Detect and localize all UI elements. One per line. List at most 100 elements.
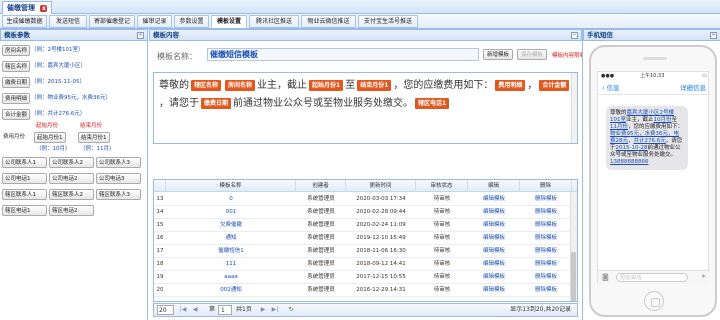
district-phone-1-button[interactable]: 辖区电话1 xyxy=(2,205,47,216)
edit-template-link[interactable]: 编辑模板 xyxy=(468,232,520,245)
table-row[interactable]: 15 欠费催缴 系统管理员 2020-02-24 11:09 待审核 编辑模板 … xyxy=(154,219,572,232)
company-contact-2-button[interactable]: 公司联系人2 xyxy=(49,157,94,168)
company-phone-3-button[interactable]: 公司电话3 xyxy=(96,173,141,184)
collapse-icon[interactable]: « xyxy=(137,32,144,39)
template-name-input[interactable]: 催缴短信模板 xyxy=(207,48,479,61)
tab-tencent-push[interactable]: 腾讯社区推送 xyxy=(249,15,299,28)
edit-template-link[interactable]: 编辑模板 xyxy=(468,245,520,258)
param-room-name-button[interactable]: 房间名称 xyxy=(2,45,31,56)
sms-input[interactable]: 短信/彩信 xyxy=(616,273,688,282)
col-creator[interactable]: 创建者 xyxy=(296,180,346,192)
district-contact-2-button[interactable]: 辖区联系人2 xyxy=(49,189,94,200)
scrollbar-thumb[interactable] xyxy=(571,252,576,301)
tab-template-settings[interactable]: 模板设置 xyxy=(211,15,247,28)
edit-template-link[interactable]: 编辑模板 xyxy=(468,206,520,219)
home-button[interactable] xyxy=(644,291,664,311)
delete-template-link[interactable]: 删除模板 xyxy=(520,271,572,284)
col-updated-time[interactable]: 更新时间 xyxy=(346,180,416,192)
chip-total-amount[interactable]: 合计金额 xyxy=(539,79,570,91)
close-icon[interactable]: x xyxy=(40,5,48,12)
grid-scrollbar[interactable] xyxy=(570,192,577,301)
table-row[interactable]: 19 aaaa 系统管理员 2017-12-15 10:55 待审核 编辑模板 … xyxy=(154,271,572,284)
template-name-cell[interactable]: 002通知 xyxy=(166,284,296,297)
send-icon[interactable]: ➤ xyxy=(701,273,706,280)
company-phone-1-button[interactable]: 公司电话1 xyxy=(2,173,47,184)
edit-template-link[interactable]: 编辑模板 xyxy=(468,193,520,206)
tab-review-records[interactable]: 催审记录 xyxy=(137,15,172,28)
col-delete[interactable]: 删除 xyxy=(520,180,572,192)
template-name-cell[interactable]: 111 xyxy=(166,258,296,271)
company-contact-3-button[interactable]: 公司联系人3 xyxy=(96,157,141,168)
delete-template-link[interactable]: 删除模板 xyxy=(520,245,572,258)
refresh-icon[interactable]: ↻ xyxy=(286,305,296,315)
col-edit[interactable]: 编辑 xyxy=(468,180,520,192)
edit-template-link[interactable]: 编辑模板 xyxy=(468,271,520,284)
tab-generate-data[interactable]: 生成催缴数据 xyxy=(2,15,47,28)
chip-district-name[interactable]: 辖区名称 xyxy=(191,79,222,91)
prev-page-icon[interactable]: ◀ xyxy=(190,305,200,315)
tab-mail-register[interactable]: 寄部催缴登记 xyxy=(89,15,135,28)
template-name-cell[interactable]: 催缴短信1 xyxy=(166,245,296,258)
signal-icon: ●●● xyxy=(601,73,615,79)
delete-template-link[interactable]: 删除模板 xyxy=(520,284,572,297)
delete-template-link[interactable]: 删除模板 xyxy=(520,206,572,219)
details-button[interactable]: 详细信息 xyxy=(680,81,706,95)
table-row[interactable]: 17 催缴短信1 系统管理员 2018-11-06 16:30 待审核 编辑模板… xyxy=(154,245,572,258)
start-month-button[interactable]: 起始月份1 xyxy=(34,132,66,143)
edit-template-link[interactable]: 编辑模板 xyxy=(468,284,520,297)
chip-due-date[interactable]: 缴费日期 xyxy=(201,97,232,109)
col-review-status[interactable]: 审核状态 xyxy=(416,180,468,192)
param-due-date-button[interactable]: 缴费日期 xyxy=(2,77,31,88)
edit-template-link[interactable]: 编辑模板 xyxy=(468,219,520,232)
new-template-button[interactable]: 新增模板 xyxy=(483,49,514,60)
template-name-cell[interactable]: aaaa xyxy=(166,271,296,284)
district-contact-1-button[interactable]: 辖区联系人1 xyxy=(2,189,47,200)
district-contact-3-button[interactable]: 辖区联系人3 xyxy=(96,189,141,200)
chip-fee-detail[interactable]: 费用明细 xyxy=(495,79,526,91)
chip-start-month[interactable]: 起始月份1 xyxy=(309,79,344,91)
table-row[interactable]: 16 通知 系统管理员 2019-12-10 15:49 待审核 编辑模板 删除… xyxy=(154,232,572,245)
back-label: 信息 xyxy=(606,84,620,92)
template-name-cell[interactable]: 001 xyxy=(166,206,296,219)
page-number-input[interactable]: 1 xyxy=(218,305,232,315)
template-editor[interactable]: 尊敬的 辖区名称 房间名称 业主，截止 起始月份1 至结束月份1 ，您的应缴费用如下： 费用明… xyxy=(153,72,578,144)
template-name-cell[interactable]: 通知 xyxy=(166,232,296,245)
back-button[interactable]: ‹ 信息 xyxy=(602,81,620,95)
delete-template-link[interactable]: 删除模板 xyxy=(520,193,572,206)
table-row[interactable]: 18 111 系统管理员 2018-09-12 14:41 待审核 编辑模板 删… xyxy=(154,258,572,271)
chip-room-name[interactable]: 房间名称 xyxy=(225,79,256,91)
delete-template-link[interactable]: 删除模板 xyxy=(520,232,572,245)
delete-template-link[interactable]: 删除模板 xyxy=(520,219,572,232)
template-name-cell[interactable]: 0 xyxy=(166,193,296,206)
chip-end-month[interactable]: 结束月份1 xyxy=(357,79,392,91)
page-size-select[interactable]: 20 xyxy=(157,305,174,315)
collapse-icon[interactable]: – xyxy=(571,32,578,39)
collapse-icon[interactable]: » xyxy=(710,32,717,39)
camera-icon[interactable]: ◙ xyxy=(602,273,609,281)
chip-district-phone[interactable]: 辖区电话1 xyxy=(415,97,450,109)
end-month-button[interactable]: 结束月份1 xyxy=(78,132,110,143)
template-name-cell[interactable]: 欠费催缴 xyxy=(166,219,296,232)
param-fee-detail-button[interactable]: 费用明细 xyxy=(2,93,31,104)
save-template-button[interactable]: 保存模板 xyxy=(517,49,548,60)
company-phone-2-button[interactable]: 公司电话2 xyxy=(49,173,94,184)
next-page-icon[interactable]: ▶ xyxy=(258,305,268,315)
edit-template-link[interactable]: 编辑模板 xyxy=(468,258,520,271)
col-template-name[interactable]: 模板名称 xyxy=(166,180,296,192)
param-total-amount-button[interactable]: 合计金额 xyxy=(2,109,31,120)
first-page-icon[interactable]: |◀ xyxy=(178,305,188,315)
table-row[interactable]: 20 002通知 系统管理员 2016-12-29 14:31 待审核 编辑模板… xyxy=(154,284,572,297)
delete-template-link[interactable]: 删除模板 xyxy=(520,258,572,271)
param-district-name-button[interactable]: 辖区名称 xyxy=(2,61,31,72)
tab-parameters[interactable]: 参数设置 xyxy=(174,15,209,28)
table-row[interactable]: 13 0 系统管理员 2020-03-03 17:34 待审核 编辑模板 删除模… xyxy=(154,193,572,206)
last-page-icon[interactable]: ▶| xyxy=(270,305,280,315)
app-tab[interactable]: 催缴管理 x xyxy=(2,1,53,14)
editor-scrollbar[interactable] xyxy=(571,73,577,143)
tab-send-sms[interactable]: 发送短信 xyxy=(49,15,87,28)
tab-wechat-push[interactable]: 物业云微信推送 xyxy=(301,15,356,28)
tab-alipay-push[interactable]: 支付宝生活号推送 xyxy=(358,15,418,28)
company-contact-1-button[interactable]: 公司联系人1 xyxy=(2,157,47,168)
table-row[interactable]: 14 001 系统管理员 2020-02-28 09:44 待审核 编辑模板 删… xyxy=(154,206,572,219)
district-phone-2-button[interactable]: 辖区电话2 xyxy=(49,205,94,216)
